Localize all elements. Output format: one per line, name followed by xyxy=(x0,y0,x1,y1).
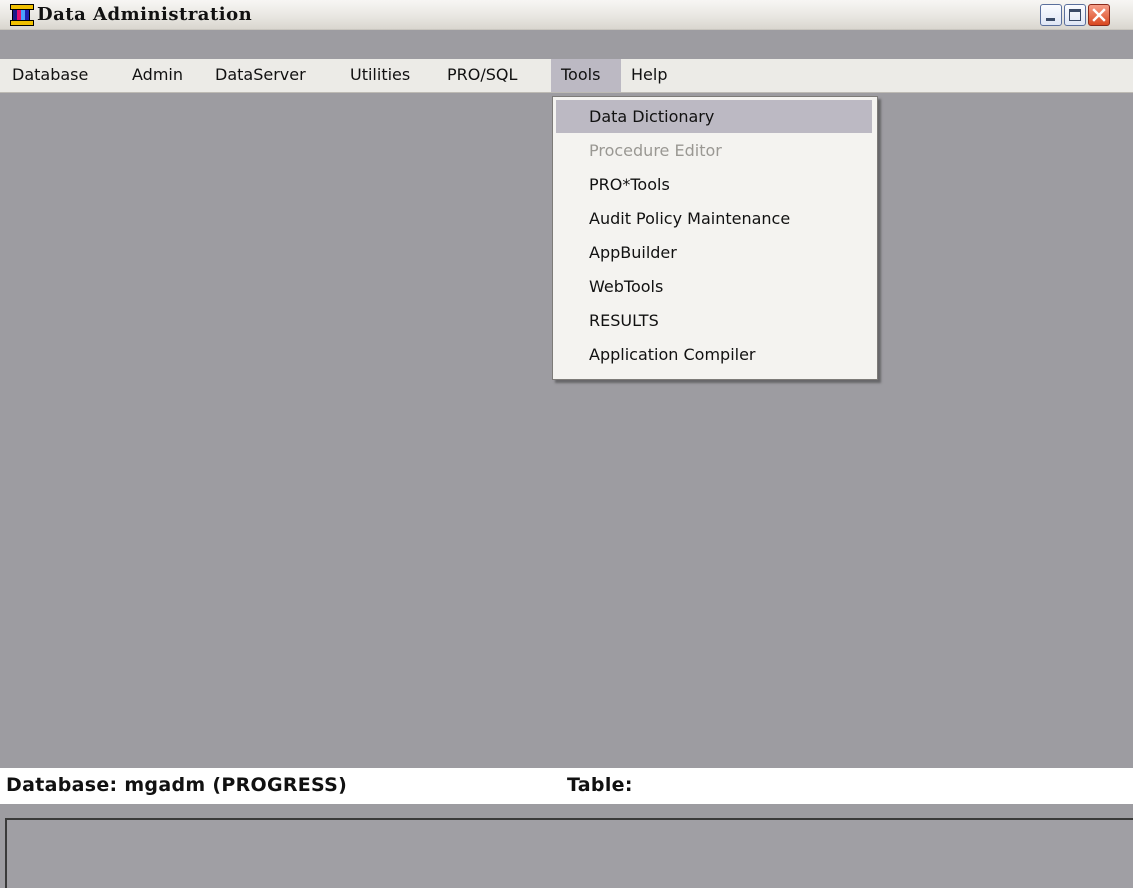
menu-item-procedure-editor: Procedure Editor xyxy=(589,141,722,160)
menu-database[interactable]: Database xyxy=(12,59,88,92)
minimize-icon xyxy=(1046,18,1055,21)
menu-item-audit-policy-maintenance[interactable]: Audit Policy Maintenance xyxy=(556,202,872,235)
maximize-button[interactable] xyxy=(1064,4,1086,26)
tools-dropdown-menu: Data Dictionary Procedure Editor PRO*Too… xyxy=(552,96,878,380)
maximize-icon xyxy=(1069,9,1081,21)
menu-item-data-dictionary[interactable]: Data Dictionary xyxy=(556,100,872,133)
status-row: Database: mgadm (PROGRESS) Table: xyxy=(0,768,1133,804)
app-icon[interactable] xyxy=(10,4,34,26)
menu-item-application-compiler[interactable]: Application Compiler xyxy=(556,338,872,371)
database-status: Database: mgadm (PROGRESS) xyxy=(6,774,348,796)
table-status: Table: xyxy=(567,774,633,796)
menu-utilities[interactable]: Utilities xyxy=(350,59,410,92)
minimize-button[interactable] xyxy=(1040,4,1062,26)
menu-dataserver[interactable]: DataServer xyxy=(215,59,306,92)
window-title: Data Administration xyxy=(37,4,253,25)
title-bar[interactable]: Data Administration xyxy=(0,0,1133,30)
menu-item-pro-tools[interactable]: PRO*Tools xyxy=(556,168,872,201)
menu-item-appbuilder[interactable]: AppBuilder xyxy=(556,236,872,269)
message-area xyxy=(5,818,1133,888)
close-button[interactable] xyxy=(1088,4,1110,26)
menu-tools[interactable]: Tools xyxy=(551,59,621,92)
close-icon xyxy=(1092,8,1106,22)
menu-item-results[interactable]: RESULTS xyxy=(556,304,872,337)
menu-pro-sql[interactable]: PRO/SQL xyxy=(447,59,517,92)
menu-item-webtools[interactable]: WebTools xyxy=(556,270,872,303)
menu-help[interactable]: Help xyxy=(631,59,667,92)
menu-admin[interactable]: Admin xyxy=(132,59,183,92)
menu-bar: Database Admin DataServer Utilities PRO/… xyxy=(0,59,1133,93)
